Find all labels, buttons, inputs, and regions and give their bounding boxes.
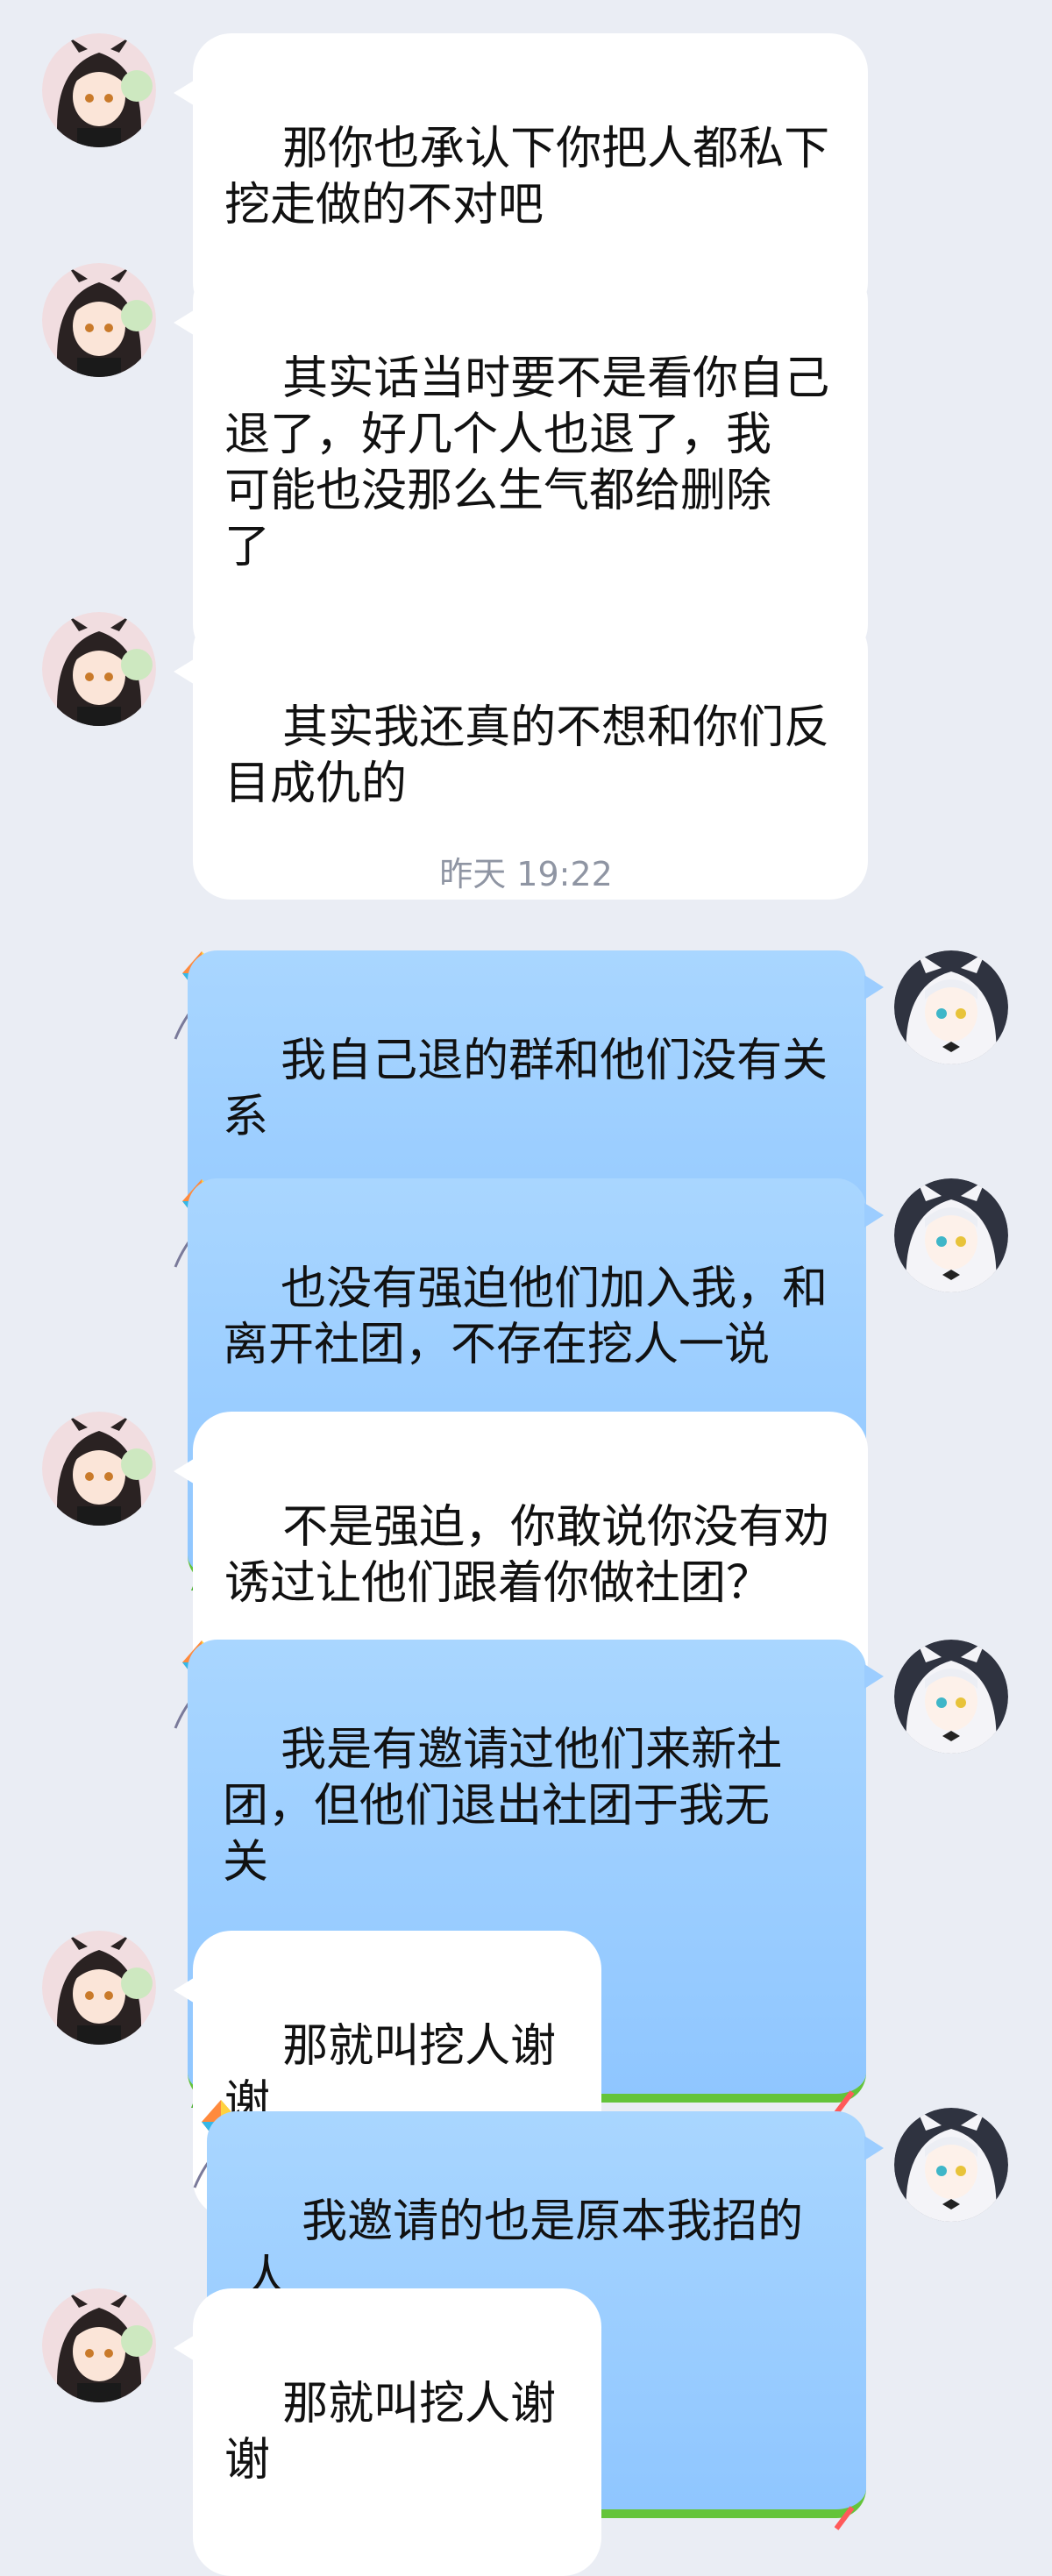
avatar-white-cat-girl-icon (894, 1640, 1008, 1754)
kite-tail-icon (835, 2506, 855, 2530)
message-row: 我自己退的群和他们没有关 系 (0, 947, 1052, 1370)
incoming-message-bubble[interactable]: 其实话当时要不是看你自己 退了，好几个人也退了，我 可能也没那么生气都给删除 了 (174, 263, 868, 663)
contact-avatar[interactable] (42, 612, 156, 726)
contact-avatar[interactable] (42, 1931, 156, 2045)
message-row: 那你也承认下你把人都私下 挖走做的不对吧 (0, 33, 1052, 321)
avatar-dark-hair-girl-icon (42, 263, 156, 377)
message-row: 其实我还真的不想和你们反 目成仇的 (0, 612, 1052, 900)
message-text: 其实话当时要不是看你自己 退了，好几个人也退了，我 可能也没那么生气都给删除 了 (224, 352, 830, 573)
message-row: 那就叫挖人谢谢 (0, 2288, 1052, 2576)
contact-avatar[interactable] (42, 263, 156, 377)
avatar-dark-hair-girl-icon (42, 1931, 156, 2045)
message-row: 我是有邀请过他们来新社 团，但他们退出社团于我无 关 (0, 1636, 1052, 2115)
my-avatar[interactable] (894, 1178, 1008, 1292)
message-row: 那就叫挖人谢谢 (0, 1931, 1052, 2218)
my-avatar[interactable] (894, 950, 1008, 1064)
message-row: 不是强迫，你敢说你没有劝 诱过让他们跟着你做社团？ (0, 1412, 1052, 1699)
message-row: 也没有强迫他们加入我，和 离开社团，不存在挖人一说 (0, 1175, 1052, 1598)
message-row: 我邀请的也是原本我招的人 (0, 2096, 1052, 2530)
incoming-message-bubble[interactable]: 那就叫挖人谢谢 (174, 2288, 601, 2576)
message-text: 不是强迫，你敢说你没有劝 诱过让他们跟着你做社团？ (224, 1501, 830, 1610)
message-text: 我自己退的群和他们没有关 系 (223, 1035, 828, 1143)
message-text: 我是有邀请过他们来新社 团，但他们退出社团于我无 关 (223, 1724, 783, 1889)
timestamp: 昨天 19:22 (439, 855, 613, 893)
contact-avatar[interactable] (42, 2288, 156, 2402)
message-text: 那就叫挖人谢谢 (224, 2378, 557, 2487)
my-avatar[interactable] (894, 2108, 1008, 2222)
avatar-dark-hair-girl-icon (42, 2288, 156, 2402)
avatar-white-cat-girl-icon (894, 1178, 1008, 1292)
avatar-dark-hair-girl-icon (42, 612, 156, 726)
message-row: 其实话当时要不是看你自己 退了，好几个人也退了，我 可能也没那么生气都给删除 了 (0, 263, 1052, 663)
avatar-dark-hair-girl-icon (42, 33, 156, 147)
avatar-dark-hair-girl-icon (42, 1412, 156, 1526)
my-avatar[interactable] (894, 1640, 1008, 1754)
contact-avatar[interactable] (42, 33, 156, 147)
message-text: 其实我还真的不想和你们反 目成仇的 (224, 701, 830, 810)
avatar-white-cat-girl-icon (894, 2108, 1008, 2222)
contact-avatar[interactable] (42, 1412, 156, 1526)
avatar-white-cat-girl-icon (894, 950, 1008, 1064)
message-text: 那你也承认下你把人都私下 挖走做的不对吧 (224, 123, 830, 231)
message-text: 也没有强迫他们加入我，和 离开社团，不存在挖人一说 (223, 1263, 828, 1371)
